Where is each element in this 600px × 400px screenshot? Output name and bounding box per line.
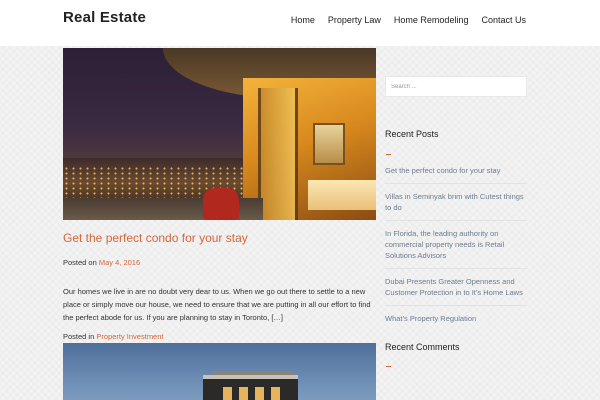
main-nav: Home Property Law Home Remodeling Contac…: [291, 15, 526, 25]
nav-item-home-remodeling[interactable]: Home Remodeling: [394, 15, 469, 25]
recent-posts-list: Get the perfect condo for your stay Vill…: [385, 165, 527, 338]
posted-on-label: Posted on: [63, 258, 97, 267]
post-meta-category: Posted in Property Investment: [63, 332, 376, 341]
recent-posts-accent: [386, 154, 391, 155]
recent-posts-title: Recent Posts: [385, 129, 439, 139]
recent-comments-title: Recent Comments: [385, 342, 460, 352]
post-featured-image[interactable]: [63, 48, 376, 220]
bed: [308, 180, 376, 210]
site-header: Real Estate Home Property Law Home Remod…: [0, 0, 600, 46]
search-input[interactable]: [385, 76, 527, 97]
red-chair: [203, 188, 239, 220]
list-item: Dubai Presents Greater Openness and Cust…: [385, 276, 527, 306]
building-window: [223, 387, 232, 400]
recent-post-link[interactable]: Villas in Seminyak brim with Cutest thin…: [385, 192, 524, 212]
building-window: [271, 387, 280, 400]
recent-post-link[interactable]: Get the perfect condo for your stay: [385, 166, 500, 175]
post-excerpt: Our homes we live in are no doubt very d…: [63, 287, 371, 322]
building: [203, 375, 298, 400]
recent-comments-accent: [386, 366, 391, 367]
building-window: [239, 387, 248, 400]
list-item: Get the perfect condo for your stay: [385, 165, 527, 184]
nav-item-home[interactable]: Home: [291, 15, 315, 25]
post-category-link[interactable]: Property Investment: [96, 332, 163, 341]
nav-item-contact-us[interactable]: Contact Us: [481, 15, 526, 25]
list-item: Villas in Seminyak brim with Cutest thin…: [385, 191, 527, 221]
list-item: What’s Property Regulation: [385, 313, 527, 331]
main-content: Get the perfect condo for your stay Post…: [63, 48, 376, 400]
next-post-featured-image[interactable]: [63, 343, 376, 400]
recent-post-link[interactable]: What’s Property Regulation: [385, 314, 476, 323]
list-item: In Florida, the leading authority on com…: [385, 228, 527, 269]
post-date-link[interactable]: May 4, 2016: [99, 258, 140, 267]
window-frame: [258, 88, 298, 220]
post-title[interactable]: Get the perfect condo for your stay: [63, 231, 376, 245]
posted-in-label: Posted in: [63, 332, 95, 341]
site-title[interactable]: Real Estate: [63, 9, 146, 26]
wall-art: [313, 123, 345, 165]
recent-post-link[interactable]: In Florida, the leading authority on com…: [385, 229, 504, 260]
building-window: [255, 387, 264, 400]
recent-post-link[interactable]: Dubai Presents Greater Openness and Cust…: [385, 277, 523, 297]
post-meta-date: Posted on May 4, 2016: [63, 258, 376, 267]
nav-item-property-law[interactable]: Property Law: [328, 15, 381, 25]
